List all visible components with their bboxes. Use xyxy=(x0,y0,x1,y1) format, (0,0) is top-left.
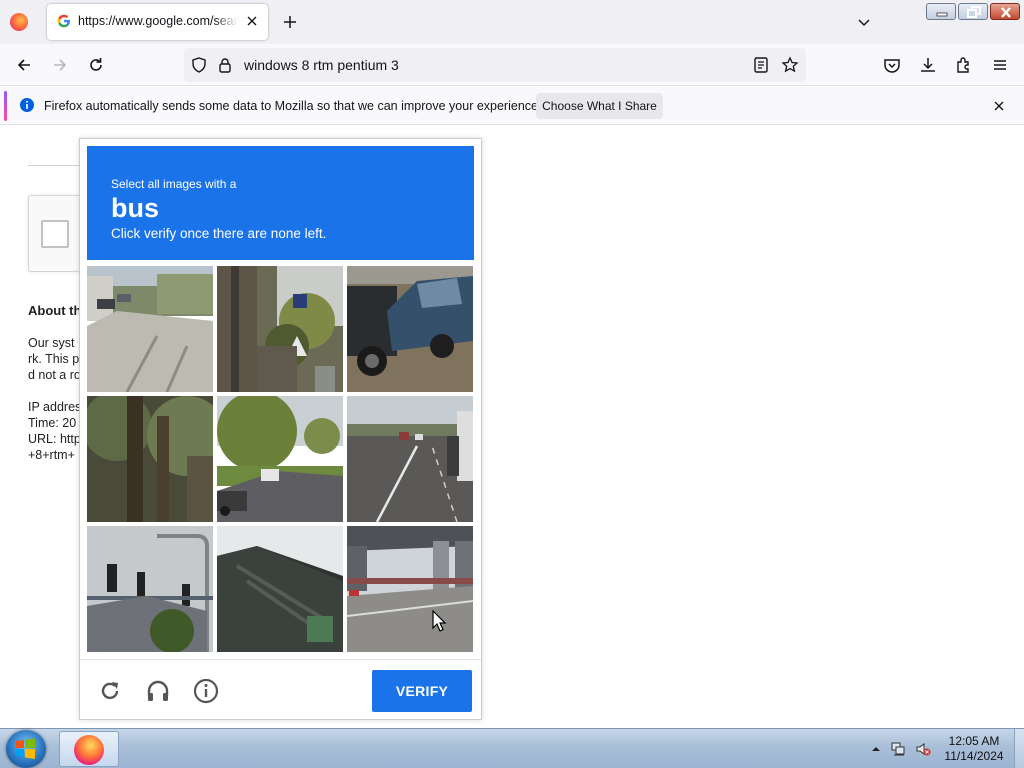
tracking-protection-shield-icon[interactable] xyxy=(190,56,208,74)
reload-icon[interactable] xyxy=(86,55,106,75)
captcha-tile-1[interactable] xyxy=(87,266,213,392)
close-window-button[interactable] xyxy=(990,3,1020,20)
notification-accent xyxy=(4,91,7,121)
captcha-instruction-text: Select all images with a xyxy=(111,177,237,191)
info-icon[interactable] xyxy=(193,678,219,704)
system-clock[interactable]: 12:05 AM 11/14/2024 xyxy=(940,734,1008,764)
info-icon xyxy=(20,98,34,112)
browser-tab[interactable]: https://www.google.com/search?q=windows+… xyxy=(47,4,268,40)
close-tab-icon[interactable] xyxy=(243,12,261,30)
lock-icon[interactable] xyxy=(216,56,234,74)
restore-window-button[interactable] xyxy=(958,3,988,20)
captcha-tile-8[interactable] xyxy=(217,526,343,652)
download-icon[interactable] xyxy=(918,55,938,75)
headphones-icon[interactable] xyxy=(145,678,171,704)
captcha-footer: VERIFY xyxy=(80,659,481,719)
address-bar[interactable]: windows 8 rtm pentium 3 xyxy=(184,48,806,82)
taskbar-firefox-button[interactable] xyxy=(59,731,119,767)
clock-date: 11/14/2024 xyxy=(944,749,1004,763)
reload-icon[interactable] xyxy=(97,678,123,704)
url-input[interactable]: windows 8 rtm pentium 3 xyxy=(244,57,399,73)
chevron-down-icon[interactable] xyxy=(854,12,874,32)
close-icon[interactable] xyxy=(990,97,1008,115)
about-heading: About th xyxy=(28,303,82,318)
captcha-instructions-header: Select all images with a bus Click verif… xyxy=(87,146,474,260)
url-line: URL: http xyxy=(28,432,81,446)
captcha-challenge-dialog: Select all images with a bus Click verif… xyxy=(79,138,482,720)
bookmark-star-icon[interactable] xyxy=(781,56,799,74)
network-icon[interactable] xyxy=(890,741,906,757)
hamburger-menu-icon[interactable] xyxy=(990,55,1010,75)
navigation-toolbar: windows 8 rtm pentium 3 xyxy=(0,44,1024,86)
minimize-window-button[interactable] xyxy=(926,3,956,20)
forward-arrow-icon[interactable] xyxy=(50,55,70,75)
notification-text: Firefox automatically sends some data to… xyxy=(44,99,542,113)
windows-logo-icon xyxy=(16,738,35,759)
windows-taskbar: 12:05 AM 11/14/2024 xyxy=(0,728,1024,768)
volume-muted-icon[interactable] xyxy=(915,741,931,757)
show-desktop-button[interactable] xyxy=(1014,729,1024,768)
tab-strip: https://www.google.com/search?q=windows+… xyxy=(0,0,1024,44)
page-text-line: d not a ro xyxy=(28,368,81,382)
show-hidden-icons-icon[interactable] xyxy=(868,741,884,757)
start-button[interactable] xyxy=(6,730,46,768)
google-g-icon xyxy=(57,14,70,28)
captcha-tile-9[interactable] xyxy=(347,526,473,652)
pocket-icon[interactable] xyxy=(882,55,902,75)
captcha-tile-5[interactable] xyxy=(217,396,343,522)
mouse-cursor-icon xyxy=(432,610,446,632)
choose-what-i-share-button[interactable]: Choose What I Share xyxy=(536,93,663,119)
captcha-tile-2[interactable] xyxy=(217,266,343,392)
page-text-line: rk. This p xyxy=(28,352,80,366)
back-arrow-icon[interactable] xyxy=(14,55,34,75)
time-line: Time: 20 xyxy=(28,416,77,430)
ip-address-line: IP addres xyxy=(28,400,82,414)
tab-title: https://www.google.com/search?q=windows+… xyxy=(78,14,238,30)
verify-button[interactable]: VERIFY xyxy=(372,670,472,712)
captcha-tile-3[interactable] xyxy=(347,266,473,392)
new-tab-icon[interactable] xyxy=(280,12,300,32)
firefox-view-icon[interactable] xyxy=(10,13,28,31)
url-line-continued: +8+rtm+ xyxy=(28,448,75,462)
captcha-tile-4[interactable] xyxy=(87,396,213,522)
clock-time: 12:05 AM xyxy=(948,734,1000,748)
firefox-logo-icon xyxy=(74,735,104,765)
data-collection-notification: Firefox automatically sends some data to… xyxy=(0,87,1024,125)
captcha-target-word: bus xyxy=(111,193,160,223)
page-text-line: Our syst xyxy=(28,336,75,350)
recaptcha-checkbox[interactable] xyxy=(41,220,69,248)
extensions-icon[interactable] xyxy=(954,55,974,75)
captcha-instruction-subtext: Click verify once there are none left. xyxy=(111,226,327,241)
reader-view-icon[interactable] xyxy=(752,56,770,74)
captcha-tile-6[interactable] xyxy=(347,396,473,522)
captcha-tile-7[interactable] xyxy=(87,526,213,652)
